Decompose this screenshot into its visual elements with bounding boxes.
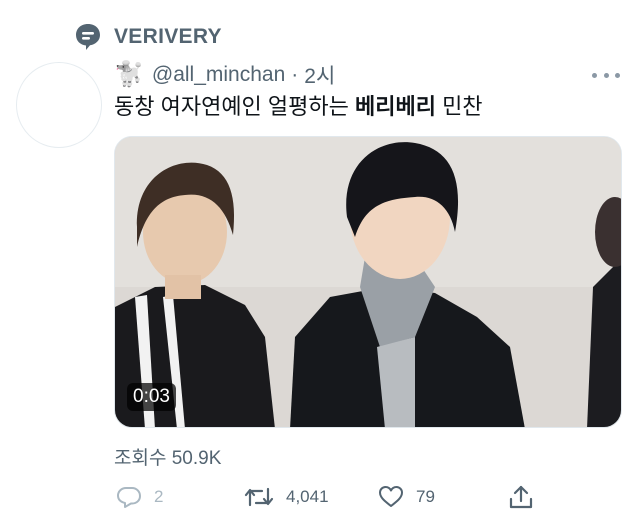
tweet-text: 동창 여자연예인 얼평하는 베리베리 민찬 bbox=[114, 92, 483, 122]
author-handle[interactable]: @all_minchan bbox=[152, 63, 285, 87]
tweet-header: 🐩 @all_minchan · 2시 bbox=[114, 58, 622, 92]
reply-count: 2 bbox=[154, 487, 164, 506]
author-emoji: 🐩 bbox=[114, 61, 144, 88]
video-thumbnail bbox=[115, 137, 621, 427]
reply-icon bbox=[117, 487, 141, 508]
avatar[interactable] bbox=[16, 62, 102, 148]
tweet-text-part: 민찬 bbox=[435, 94, 483, 119]
action-bar: 2 4,041 79 bbox=[114, 480, 622, 514]
video-media[interactable]: 0:03 bbox=[114, 136, 622, 428]
retweet-icon bbox=[244, 487, 274, 507]
topic-bubble-icon bbox=[76, 24, 100, 50]
topic-header[interactable]: VERIVERY bbox=[74, 22, 222, 52]
video-duration: 0:03 bbox=[127, 383, 176, 411]
heart-icon bbox=[379, 486, 403, 507]
separator-dot: · bbox=[291, 63, 299, 86]
share-button[interactable] bbox=[508, 480, 534, 514]
reply-button[interactable]: 2 bbox=[116, 480, 163, 514]
share-icon bbox=[509, 485, 533, 509]
topic-label[interactable]: VERIVERY bbox=[114, 25, 222, 49]
tweet-text-part: 동창 여자연예인 얼평하는 bbox=[114, 94, 355, 119]
retweet-button[interactable]: 4,041 bbox=[244, 480, 329, 514]
more-options-icon[interactable] bbox=[592, 64, 620, 86]
like-button[interactable]: 79 bbox=[378, 480, 435, 514]
retweet-count: 4,041 bbox=[286, 487, 329, 506]
tweet-text-highlight[interactable]: 베리베리 bbox=[355, 94, 436, 119]
tweet-time[interactable]: 2시 bbox=[304, 60, 335, 90]
view-count: 조회수 50.9K bbox=[114, 448, 222, 469]
like-count: 79 bbox=[416, 487, 435, 506]
